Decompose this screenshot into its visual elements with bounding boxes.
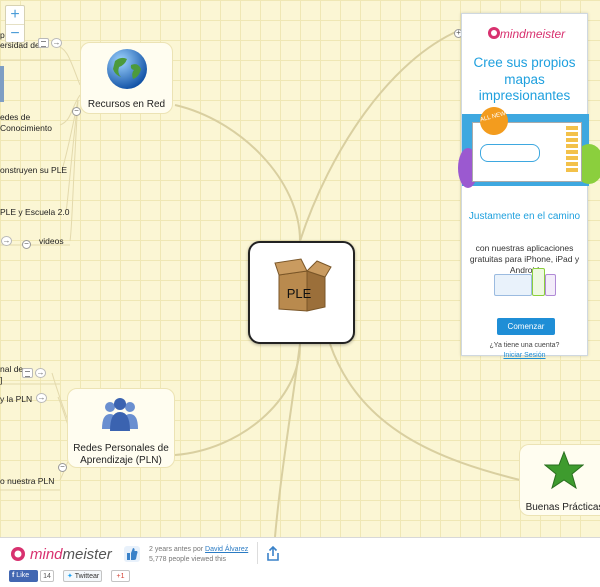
ad-headline: Cree sus propios mapas impresionantes: [473, 55, 576, 103]
mindmeister-logo-icon: [11, 547, 25, 561]
globe-icon: [107, 49, 147, 89]
node-text[interactable]: videos: [39, 236, 64, 247]
node-text[interactable]: edes de: [0, 112, 30, 123]
facebook-f-icon: f: [12, 572, 15, 579]
ad-panel: mindmeister Cree sus propios mapas impre…: [458, 13, 600, 359]
link-arrow-icon[interactable]: →: [1, 236, 12, 246]
central-label: PLE: [286, 286, 312, 301]
account-question: ¿Ya tiene una cuenta?: [489, 342, 560, 349]
time-ago: 2 years antes por: [149, 546, 204, 553]
zoom-controls: + −: [5, 5, 25, 43]
twitter-bird-icon: ✦: [67, 573, 73, 580]
collapse-toggle-icon[interactable]: −: [22, 240, 31, 249]
google-plus-button[interactable]: +1: [111, 570, 130, 582]
login-link[interactable]: Iniciar Sesión: [462, 352, 587, 359]
topic-recursos-en-red[interactable]: Recursos en Red: [80, 42, 173, 114]
node-text[interactable]: PLE y Escuela 2.0: [0, 207, 69, 218]
facebook-like-count: 14: [40, 570, 54, 582]
note-icon[interactable]: [38, 38, 49, 48]
brand-mind: mind: [30, 546, 63, 563]
star-icon: [544, 451, 584, 489]
link-arrow-icon[interactable]: →: [36, 393, 47, 403]
gp-label: +1: [116, 573, 125, 580]
author-link[interactable]: David Álvarez: [205, 546, 248, 553]
view-count: 5,778 people viewed this: [149, 556, 227, 563]
box-icon: [274, 258, 332, 312]
tw-label: Twittear: [74, 573, 100, 580]
zoom-in-button[interactable]: +: [6, 6, 24, 24]
mind-map-canvas[interactable]: + − p ersidad de → edes de Conocimiento …: [0, 0, 600, 587]
link-arrow-icon[interactable]: →: [51, 38, 62, 48]
node-text[interactable]: o nuestra PLN: [0, 476, 54, 487]
twitter-button[interactable]: ✦ Twittear: [63, 570, 102, 582]
footer-brand[interactable]: mindmeister: [30, 546, 112, 563]
central-node[interactable]: PLE: [248, 241, 355, 344]
comenzar-button[interactable]: Comenzar: [497, 318, 555, 335]
collapse-toggle-icon[interactable]: −: [72, 107, 81, 116]
link-arrow-icon[interactable]: →: [35, 368, 46, 378]
people-group-icon: [102, 398, 138, 431]
topic-buenas-practicas[interactable]: Buenas Prácticas: [519, 444, 600, 516]
fb-label: Like: [16, 572, 30, 579]
thumbs-up-icon[interactable]: [124, 546, 140, 562]
node-text[interactable]: y la PLN: [0, 394, 32, 405]
ad-brand: mindmeister: [499, 27, 566, 41]
topic-label: Redes Personales de Aprendizaje (PLN): [73, 443, 169, 466]
facebook-like-button[interactable]: f Like: [9, 570, 38, 582]
divider: [257, 542, 258, 564]
topic-redes-personales[interactable]: Redes Personales de Aprendizaje (PLN): [67, 388, 175, 468]
collapse-toggle-icon[interactable]: −: [58, 463, 67, 472]
node-text[interactable]: ]: [0, 375, 2, 386]
note-icon[interactable]: [22, 368, 33, 378]
footer-bar: mindmeister 2 years antes por David Álva…: [0, 537, 600, 587]
ad-subtitle: Justamente en el camino: [468, 211, 581, 222]
image-thumbnail: [0, 66, 4, 102]
share-icon[interactable]: [266, 546, 280, 562]
map-meta: 2 years antes por David Álvarez 5,778 pe…: [149, 545, 248, 565]
node-text[interactable]: nal de: [0, 364, 23, 375]
device-mockups: [492, 268, 556, 296]
brand-meister: meister: [62, 546, 112, 563]
node-text[interactable]: Conocimiento: [0, 123, 52, 134]
topic-label: Buenas Prácticas: [525, 502, 600, 513]
topic-label: Recursos en Red: [87, 99, 166, 110]
node-text[interactable]: onstruyen su PLE: [0, 165, 67, 176]
node-text[interactable]: ersidad de: [0, 40, 40, 51]
